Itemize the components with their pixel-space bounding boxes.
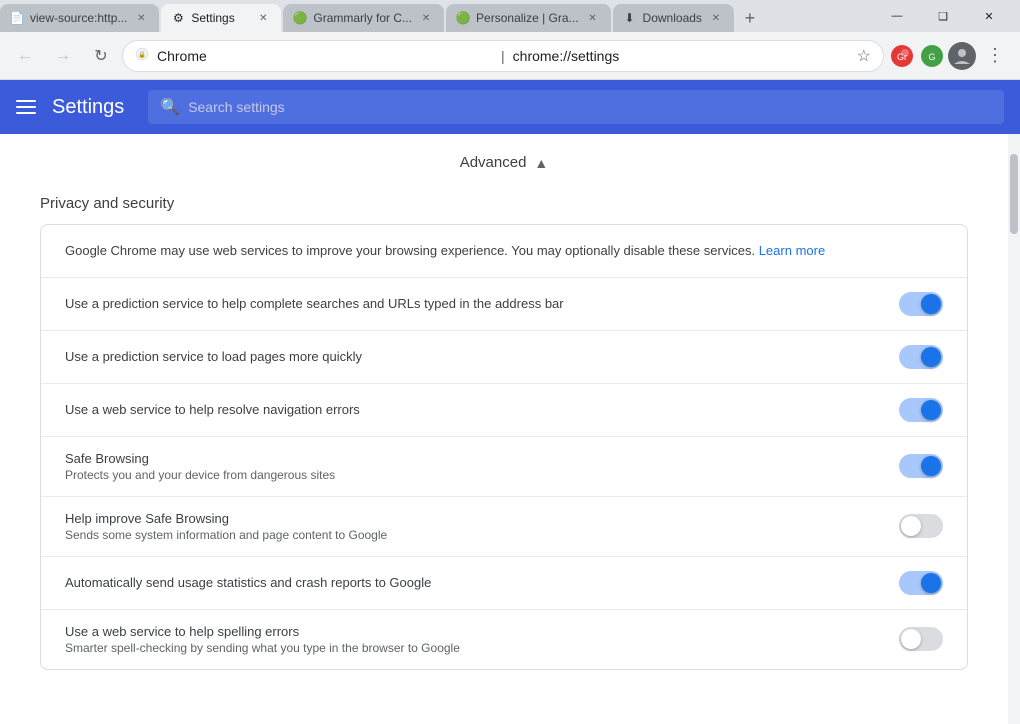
svg-text:🔒: 🔒 [138, 50, 146, 58]
setting-label: Use a prediction service to help complet… [65, 296, 899, 311]
tab-favicon: 📄 [10, 11, 24, 25]
tab-bar: 📄 view-source:http... ✕ ⚙ Settings ✕ 🟢 G… [0, 0, 874, 32]
setting-text: Use a web service to help spelling error… [65, 624, 899, 655]
setting-row-navigation-errors: Use a web service to help resolve naviga… [41, 384, 967, 437]
reload-button[interactable]: ↻ [84, 39, 118, 73]
setting-row-prediction-load: Use a prediction service to load pages m… [41, 331, 967, 384]
menu-button[interactable]: ⋮ [978, 39, 1012, 73]
settings-page-title: Settings [52, 96, 124, 119]
navigation-bar: ← → ↻ 🔒 Chrome | chrome://settings ☆ Gr … [0, 32, 1020, 80]
toggle-spelling-errors[interactable] [899, 627, 943, 651]
toggle-prediction-search[interactable] [899, 292, 943, 316]
setting-label: Use a web service to help resolve naviga… [65, 402, 899, 417]
setting-text: Safe Browsing Protects you and your devic… [65, 451, 899, 482]
setting-label: Safe Browsing [65, 451, 899, 466]
nav-action-buttons: Gr G ⋮ [888, 39, 1012, 73]
setting-sublabel: Protects you and your device from danger… [65, 468, 899, 482]
info-text: Google Chrome may use web services to im… [65, 243, 755, 258]
toggle-safe-browsing[interactable] [899, 454, 943, 478]
setting-row-usage-statistics: Automatically send usage statistics and … [41, 557, 967, 610]
back-button[interactable]: ← [8, 39, 42, 73]
close-button[interactable]: ✕ [966, 0, 1012, 32]
tab-label: Personalize | Gra... [476, 11, 579, 25]
tab-favicon: 🟢 [456, 11, 470, 25]
setting-row-prediction-search: Use a prediction service to help complet… [41, 278, 967, 331]
setting-label: Use a web service to help spelling error… [65, 624, 899, 639]
toggle-prediction-load[interactable] [899, 345, 943, 369]
setting-label: Help improve Safe Browsing [65, 511, 899, 526]
address-bar[interactable]: 🔒 Chrome | chrome://settings ☆ [122, 40, 884, 72]
content-area: Advanced ▲ Privacy and security Google C… [0, 134, 1008, 724]
tab-tab-downloads[interactable]: ⬇ Downloads ✕ [613, 4, 734, 32]
setting-row-safe-browsing: Safe Browsing Protects you and your devic… [41, 437, 967, 497]
titlebar: 📄 view-source:http... ✕ ⚙ Settings ✕ 🟢 G… [0, 0, 1020, 32]
hamburger-menu-button[interactable] [16, 100, 36, 114]
setting-label: Use a prediction service to load pages m… [65, 349, 899, 364]
search-icon: 🔍 [160, 97, 180, 117]
window-controls: — ❑ ✕ [874, 0, 1020, 32]
setting-text: Use a prediction service to load pages m… [65, 349, 899, 364]
tab-close-button[interactable]: ✕ [255, 10, 271, 26]
setting-row-spelling-errors: Use a web service to help spelling error… [41, 610, 967, 669]
toggle-navigation-errors[interactable] [899, 398, 943, 422]
setting-text: Help improve Safe Browsing Sends some sys… [65, 511, 899, 542]
toggle-improve-safe-browsing[interactable] [899, 514, 943, 538]
setting-sublabel: Sends some system information and page c… [65, 528, 899, 542]
tab-label: Settings [191, 11, 249, 25]
tab-label: Grammarly for C... [313, 11, 412, 25]
tab-favicon: ⚙ [171, 11, 185, 25]
address-separator: | [501, 48, 505, 64]
tab-label: Downloads [643, 11, 702, 25]
address-brand: Chrome [157, 48, 493, 64]
learn-more-link[interactable]: Learn more [759, 243, 825, 258]
settings-rows: Use a prediction service to help complet… [41, 278, 967, 669]
svg-text:Gr: Gr [897, 52, 907, 62]
advanced-label: Advanced [460, 154, 527, 171]
profile-icon[interactable] [948, 42, 976, 70]
tab-favicon: 🟢 [293, 11, 307, 25]
setting-row-improve-safe-browsing: Help improve Safe Browsing Sends some sys… [41, 497, 967, 557]
toggle-usage-statistics[interactable] [899, 571, 943, 595]
settings-header: Settings 🔍 [0, 80, 1020, 134]
tab-tab-personalize[interactable]: 🟢 Personalize | Gra... ✕ [446, 4, 611, 32]
tab-close-button[interactable]: ✕ [585, 10, 601, 26]
minimize-button[interactable]: — [874, 0, 920, 32]
advanced-section-toggle[interactable]: Advanced ▲ [0, 134, 1008, 187]
lock-icon: 🔒 [135, 47, 149, 64]
svg-text:G: G [928, 52, 935, 62]
tab-favicon: ⬇ [623, 11, 637, 25]
tab-label: view-source:http... [30, 11, 127, 25]
advanced-arrow-icon: ▲ [534, 155, 548, 171]
extension-2-icon[interactable]: G [918, 42, 946, 70]
main-content: Advanced ▲ Privacy and security Google C… [0, 134, 1020, 724]
tab-close-button[interactable]: ✕ [708, 10, 724, 26]
setting-sublabel: Smarter spell-checking by sending what y… [65, 641, 899, 655]
extension-1-icon[interactable]: Gr [888, 42, 916, 70]
search-box[interactable]: 🔍 [148, 90, 1004, 124]
settings-card: Google Chrome may use web services to im… [40, 224, 968, 670]
tab-close-button[interactable]: ✕ [418, 10, 434, 26]
address-url: chrome://settings [513, 48, 849, 64]
scrollbar-track [1008, 134, 1020, 724]
tab-close-button[interactable]: ✕ [133, 10, 149, 26]
section-title: Privacy and security [0, 187, 1008, 224]
setting-text: Use a web service to help resolve naviga… [65, 402, 899, 417]
restore-button[interactable]: ❑ [920, 0, 966, 32]
new-tab-button[interactable]: + [736, 4, 764, 32]
bookmark-star-icon[interactable]: ☆ [857, 46, 871, 66]
setting-text: Use a prediction service to help complet… [65, 296, 899, 311]
tab-tab-view-source[interactable]: 📄 view-source:http... ✕ [0, 4, 159, 32]
setting-label: Automatically send usage statistics and … [65, 575, 899, 590]
info-row: Google Chrome may use web services to im… [41, 225, 967, 278]
setting-text: Automatically send usage statistics and … [65, 575, 899, 590]
search-input[interactable] [188, 99, 992, 115]
forward-button[interactable]: → [46, 39, 80, 73]
scrollbar-thumb[interactable] [1010, 154, 1018, 234]
tab-tab-grammarly[interactable]: 🟢 Grammarly for C... ✕ [283, 4, 444, 32]
tab-tab-settings[interactable]: ⚙ Settings ✕ [161, 4, 281, 32]
